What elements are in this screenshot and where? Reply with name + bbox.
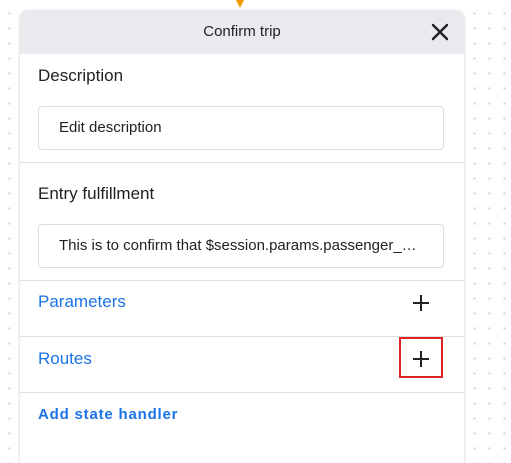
divider [20,280,464,281]
entry-fulfillment-field[interactable]: This is to confirm that $session.params.… [38,224,444,268]
add-route-button[interactable] [410,348,432,370]
add-parameter-button[interactable] [410,292,432,314]
description-heading: Description [38,66,124,85]
flow-connector-arrow-icon [236,0,244,8]
divider [20,392,464,393]
plus-icon [413,351,429,367]
page-editor-panel: Confirm trip Description Edit descriptio… [20,10,464,463]
close-icon [431,23,449,41]
entry-fulfillment-heading: Entry fulfillment [38,184,155,203]
routes-link[interactable]: Routes [38,349,92,369]
divider [20,336,464,337]
parameters-link[interactable]: Parameters [38,292,126,312]
panel-header: Confirm trip [20,10,464,54]
close-button[interactable] [428,20,452,44]
divider [20,162,464,163]
panel-title: Confirm trip [203,23,281,40]
description-field[interactable]: Edit description [38,106,444,150]
add-state-handler-button[interactable]: Add state handler [38,406,178,423]
plus-icon [413,295,429,311]
